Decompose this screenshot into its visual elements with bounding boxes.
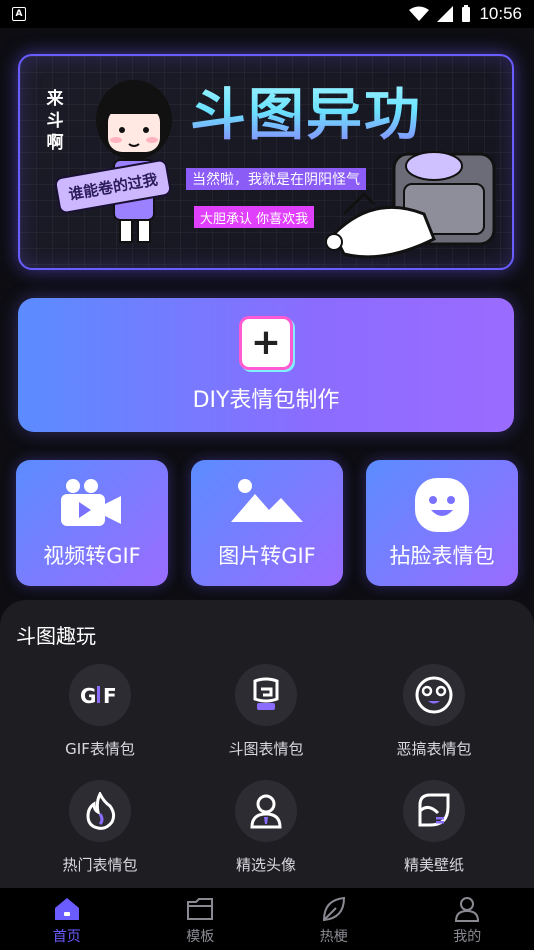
diy-meme-maker-button[interactable]: + DIY表情包制作 — [18, 298, 514, 432]
face-swap-meme-button[interactable]: 拈脸表情包 — [366, 460, 518, 586]
banner-title: 斗图异功 — [190, 70, 422, 151]
tab-home[interactable]: 首页 — [0, 888, 134, 950]
item-label: 热门表情包 — [62, 856, 138, 874]
tab-label: 热梗 — [319, 929, 348, 945]
status-bar: A 10:56 — [0, 0, 534, 28]
svg-text:F: F — [103, 684, 117, 707]
bottom-tab-bar: 首页 模板 热梗 我的 — [0, 888, 534, 950]
svg-text:G: G — [80, 684, 96, 707]
banner-tag-2: 大胆承认 你喜欢我 — [194, 206, 315, 228]
spoof-meme-item[interactable]: 恶搞表情包 — [364, 664, 504, 759]
leaf-icon — [322, 896, 345, 922]
tool-row: 视频转GIF 图片转GIF 拈脸表情包 — [16, 460, 518, 586]
fun-section: 斗图趣玩 G F GIF表情包 斗图表情包 恶搞表情包 热门表情包 精选头像 精… — [0, 600, 534, 888]
hot-meme-item[interactable]: 热门表情包 — [30, 780, 170, 875]
home-icon — [54, 898, 79, 920]
diy-label: DIY表情包制作 — [192, 388, 340, 413]
gif-icon: G F — [69, 664, 131, 726]
section-title: 斗图趣玩 — [16, 624, 96, 648]
gif-meme-item[interactable]: G F GIF表情包 — [30, 664, 170, 759]
tool-label: 视频转GIF — [43, 544, 141, 568]
signal-icon — [437, 6, 454, 22]
smiley-face-icon — [415, 478, 469, 532]
plus-icon: + — [239, 316, 293, 370]
fist-icon — [235, 664, 297, 726]
tab-templates[interactable]: 模板 — [134, 888, 268, 950]
tool-label: 拈脸表情包 — [389, 544, 495, 568]
crazy-face-icon — [403, 664, 465, 726]
banner-vertical-text: 来斗啊 — [46, 89, 64, 153]
battle-meme-item[interactable]: 斗图表情包 — [196, 664, 336, 759]
promo-banner[interactable]: 来斗啊 谁能卷的过我 斗图异功 当然啦，我就是在阴阳怪气 大胆承认 你喜欢我 — [18, 54, 514, 270]
wallpaper-icon — [403, 780, 465, 842]
tool-label: 图片转GIF — [218, 544, 316, 568]
tab-label: 首页 — [52, 929, 81, 945]
tab-label: 模板 — [186, 929, 215, 945]
notification-app-icon: A — [12, 7, 26, 21]
flame-icon — [69, 780, 131, 842]
video-camera-icon — [61, 479, 121, 526]
tab-mine[interactable]: 我的 — [401, 888, 534, 950]
image-to-gif-button[interactable]: 图片转GIF — [191, 460, 343, 586]
battery-icon — [462, 5, 471, 22]
image-mountain-icon — [231, 479, 303, 522]
tab-hot-memes[interactable]: 热梗 — [267, 888, 401, 950]
wifi-icon — [409, 6, 430, 21]
item-label: GIF表情包 — [65, 740, 135, 758]
item-label: 恶搞表情包 — [396, 740, 472, 758]
video-to-gif-button[interactable]: 视频转GIF — [16, 460, 168, 586]
avatar-item[interactable]: 精选头像 — [196, 780, 336, 875]
folder-icon — [187, 898, 214, 920]
wallpaper-item[interactable]: 精美壁纸 — [364, 780, 504, 875]
item-label: 斗图表情包 — [228, 740, 304, 758]
item-label: 精美壁纸 — [403, 856, 464, 874]
item-label: 精选头像 — [235, 856, 296, 874]
avatar-icon — [235, 780, 297, 842]
user-icon — [455, 897, 480, 922]
tab-label: 我的 — [453, 929, 482, 945]
clock: 10:56 — [479, 4, 522, 23]
sofa-character-illustration — [325, 151, 496, 259]
